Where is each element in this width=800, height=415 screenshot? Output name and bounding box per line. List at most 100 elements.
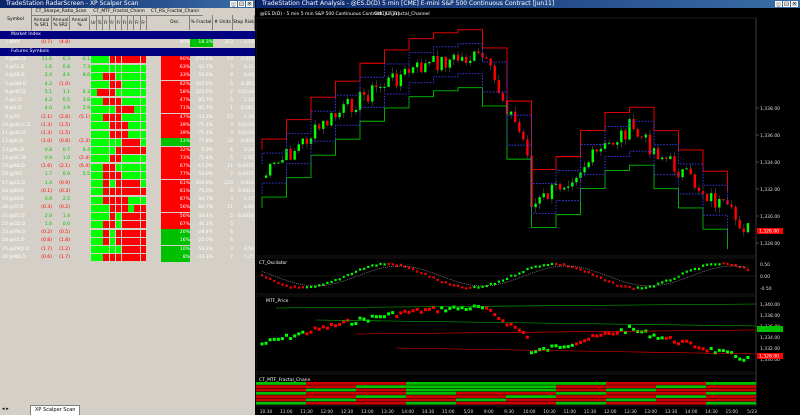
- minimize-button[interactable]: _: [230, 1, 237, 7]
- fractal-state-cell: [97, 171, 103, 179]
- fractal-state-cell: [91, 114, 97, 121]
- chart-minimize-button[interactable]: _: [775, 1, 782, 7]
- header-osc[interactable]: Osc.: [161, 15, 190, 30]
- candle-body: [330, 113, 333, 126]
- osc-cell: 67%: [161, 220, 190, 229]
- table-row[interactable]: 18 @BP.D (0.1) (0.3) 81% 75.0% 8 0.0013: [0, 187, 255, 196]
- table-row[interactable]: 13 @PL.D 0.8 0.7 6.4 32% 5.0% 6 3.24: [0, 146, 255, 155]
- header-symbol[interactable]: Symbol: [0, 8, 32, 30]
- oscillator-dot: [452, 284, 456, 287]
- symbol-cell: @CD.D: [9, 221, 26, 227]
- fractal-state-cell: [109, 89, 116, 97]
- fractal-state-cell: [115, 180, 122, 187]
- tab-xp-scalper-scan[interactable]: XP Scalper Scan: [30, 405, 81, 415]
- header-units[interactable]: # Units: [213, 15, 233, 30]
- time-axis-label: 15:00: [726, 409, 739, 415]
- table-row[interactable]: 17 @ED.D 1.4 (0.9) 61% 100.0% 229 0.010: [0, 179, 255, 188]
- table-row[interactable]: 4 @SB.D 2.4 4.6 8.6 33% 50.6% 8 0.48: [0, 72, 255, 81]
- table-row[interactable]: 14 @GC.D 0.9 1.0 (2.4) 73% 71.4% 5 2.01: [0, 154, 255, 163]
- mtf-price-dot: [664, 336, 668, 340]
- mtf-price-dot: [525, 335, 529, 339]
- oscillator-dot: [305, 286, 309, 289]
- table-row[interactable]: 26 @NQ.D (0.6) (1.7) 8% -33.3% 7 7.25: [0, 253, 255, 262]
- chart-canvas[interactable]: 1,338.00 1,336.00 1,334.00 1,332.00 1,330.00…: [256, 8, 800, 415]
- row-number: 16: [2, 172, 8, 178]
- fractal-state-cell: [91, 64, 97, 72]
- close-button[interactable]: ×: [246, 1, 253, 7]
- fractal-state-cell: [115, 221, 122, 229]
- header-annual-sr2[interactable]: Annual % SR2: [52, 15, 70, 30]
- oscillator-dot: [273, 279, 276, 283]
- table-row[interactable]: 6 @HO.D 5.1 1.1 6.3 58% 125.0% 2 0.0148: [0, 88, 255, 97]
- annual-sr1-cell: 4.2: [44, 81, 52, 87]
- header-annual-sr1[interactable]: Annual % SR1: [32, 15, 52, 30]
- fractal-state-cell: [134, 130, 140, 138]
- chart-titlebar[interactable]: TradeStation Chart Analysis - @ES.D(D) 5…: [256, 0, 800, 8]
- header-tf-8[interactable]: Fr: [141, 15, 147, 30]
- table-row[interactable]: 9 @YG (2.1) (2.6) (5.1) 47% -33.3% 13 2.39: [0, 113, 255, 122]
- fractal-state-cell: [103, 221, 109, 229]
- chart-close-button[interactable]: ×: [791, 1, 798, 7]
- table-row[interactable]: 1 $INX (0.7) (4.8) 40% 18.3% 313 3.19: [0, 39, 255, 48]
- fractal-state-cell: [97, 81, 103, 88]
- table-row[interactable]: 21 @EC.D 2.0 1.4 56% 54.4% 5 0.0016: [0, 212, 255, 221]
- annual-sr2-cell: (1.0): [59, 81, 70, 87]
- candle-body: [689, 168, 692, 175]
- units-cell: 32: [227, 139, 233, 145]
- table-row[interactable]: 2 @NG.D 11.6 6.3 6.1 90% 256.0% 10 0.010: [0, 55, 255, 64]
- annual-pct-cell: [70, 246, 90, 254]
- table-row[interactable]: 23 @YM.D (0.2) (0.5) 20% -29.4% 6: [0, 229, 255, 237]
- table-row[interactable]: 20 @TF.D (0.3) (0.2) 56% 66.7% 11 0.92: [0, 204, 255, 213]
- units-cell: 313: [224, 40, 233, 46]
- chart-maximize-button[interactable]: □: [783, 1, 790, 7]
- header-stop-risk[interactable]: Stop Risk: [233, 15, 255, 30]
- header-pct-fractal[interactable]: % Fractal: [190, 15, 213, 30]
- osc-cell: 32%: [161, 146, 190, 155]
- maximize-button[interactable]: □: [238, 1, 245, 7]
- table-row[interactable]: 24 @ES.D (0.8) (1.8) 16% -25.0% 6: [0, 237, 255, 246]
- units-cell: 5: [230, 98, 233, 103]
- candle-body: [575, 177, 578, 183]
- row-number: 8: [5, 106, 8, 112]
- table-row[interactable]: 22 @CD.D 1.6 0.6 67% 46.2% 5: [0, 220, 255, 229]
- table-row[interactable]: 25 @EMD.D (1.7) (1.2) 10% -56.2% 3 3.56: [0, 245, 255, 254]
- fractal-state-bar: [356, 398, 406, 402]
- radarscreen-titlebar[interactable]: TradeStation RadarScreen - XP Scalper Sc…: [0, 0, 255, 8]
- fractal-state-cell: [140, 196, 147, 204]
- table-row[interactable]: 8 @S.D 4.0 3.9 2.9 71% 91.7% 1 0.181: [0, 105, 255, 114]
- table-row[interactable]: 12 @SI.D (1.0) (0.8) (2.3) 13% 77.8% 32 0.032: [0, 138, 255, 147]
- annual-sr1-cell: 2.4: [44, 73, 52, 79]
- annual-sr2-cell: 3.9: [62, 106, 70, 112]
- oscillator-dot: [387, 262, 390, 266]
- fractal-state-cell: [103, 147, 109, 154]
- fractal-state-cell: [97, 114, 103, 121]
- fractal-state-cell: [91, 180, 97, 187]
- oscillator-dot: [624, 285, 627, 288]
- table-row[interactable]: 3 @CL.D 1.6 0.8 7.3 63% 41.7% 3 0.31: [0, 64, 255, 72]
- fractal-state-cell: [103, 246, 109, 253]
- candle-body: [407, 68, 411, 73]
- fractal-state-bar: [306, 395, 356, 398]
- tab-scroll-arrows[interactable]: ◂ ▸: [2, 404, 9, 415]
- symbol-cell: @SP.D: [9, 197, 24, 202]
- section-header: Market Index: [0, 31, 255, 39]
- mtf-price-dot: [309, 330, 313, 334]
- table-row[interactable]: 10 @HG.C.D (1.3) (1.5) 39% -71.4% 3 0.0129: [0, 121, 255, 130]
- fractal-state-bar: [556, 385, 606, 389]
- table-row[interactable]: 16 @JY.D 1.7 0.9 5.5 77% 50.0% 7 0.0015: [0, 171, 255, 180]
- fractal-state-bar: [256, 385, 306, 389]
- fractal-state-cell: [91, 221, 97, 229]
- stop-risk-cell: 0.032: [240, 139, 254, 145]
- fractal-state-bar: [506, 395, 556, 398]
- fractal-state-cell: [115, 237, 122, 245]
- table-row[interactable]: 11 @HG.D (1.3) (1.5) 39% -71.4% 3 0.0129: [0, 130, 255, 138]
- table-row[interactable]: 5 @GM.D 4.2 (1.0) 82% 100.0% 5 0.365: [0, 80, 255, 89]
- oscillator-dot: [457, 284, 460, 287]
- mtf-price-dot: [276, 337, 280, 341]
- candle-body: [665, 157, 668, 159]
- table-row[interactable]: 15 @RB.D (1.6) (2.1) (6.4) 67% -11.0% 11 0.0015: [0, 163, 255, 171]
- header-annual-pct[interactable]: Annual %: [70, 15, 90, 30]
- table-row[interactable]: 19 @SP.D 0.9 2.5 87% 94.7% 3 1.27: [0, 196, 255, 204]
- stop-risk-cell: 0.0129: [237, 122, 254, 128]
- table-row[interactable]: 7 @C.D 4.2 0.5 3.8 47% 85.7% 5 2.16: [0, 97, 255, 105]
